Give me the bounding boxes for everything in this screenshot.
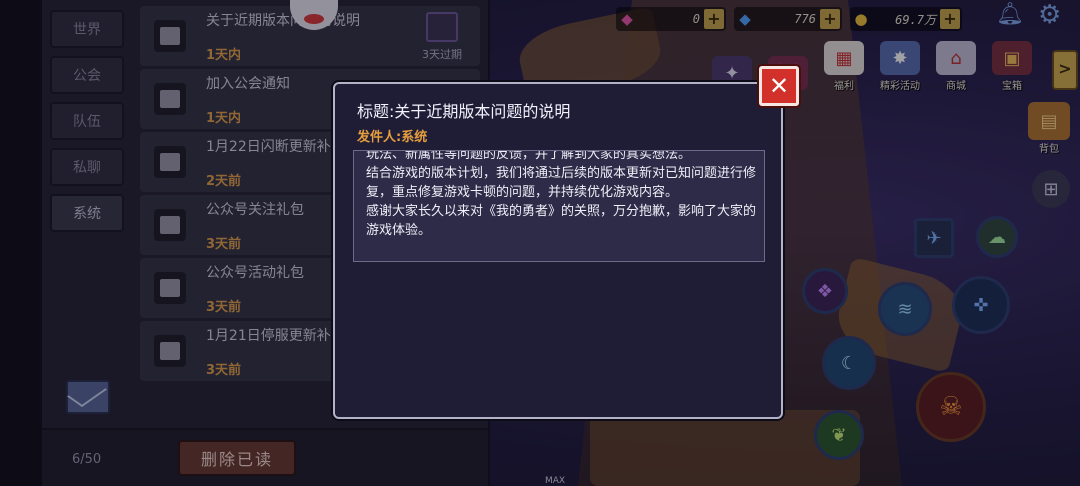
body-paragraph: 感谢大家长久以来对《我的勇者》的关照，万分抱歉，影响了大家的游戏体验。	[366, 204, 757, 238]
mail-body-text: 玩法、新属性等问题的反馈，并了解到大家的真实想法。 结合游戏的版本计划，我们将通…	[366, 150, 758, 240]
mail-body[interactable]: 玩法、新属性等问题的反馈，并了解到大家的真实想法。 结合游戏的版本计划，我们将通…	[353, 150, 765, 262]
mail-detail-dialog: 标题:关于近期版本问题的说明 发件人:系统 ✕ 玩法、新属性等问题的反馈，并了解…	[333, 66, 799, 419]
body-paragraph: 玩法、新属性等问题的反馈，并了解到大家的真实想法。	[366, 150, 692, 162]
close-button[interactable]: ✕	[759, 66, 799, 106]
dialog-title: 标题:关于近期版本问题的说明	[357, 102, 571, 121]
body-paragraph: 结合游戏的版本计划，我们将通过后续的版本更新对已知问题进行修复，重点修复游戏卡顿…	[366, 166, 757, 200]
dialog-sender: 发件人:系统	[357, 130, 428, 145]
close-icon: ✕	[768, 72, 790, 100]
